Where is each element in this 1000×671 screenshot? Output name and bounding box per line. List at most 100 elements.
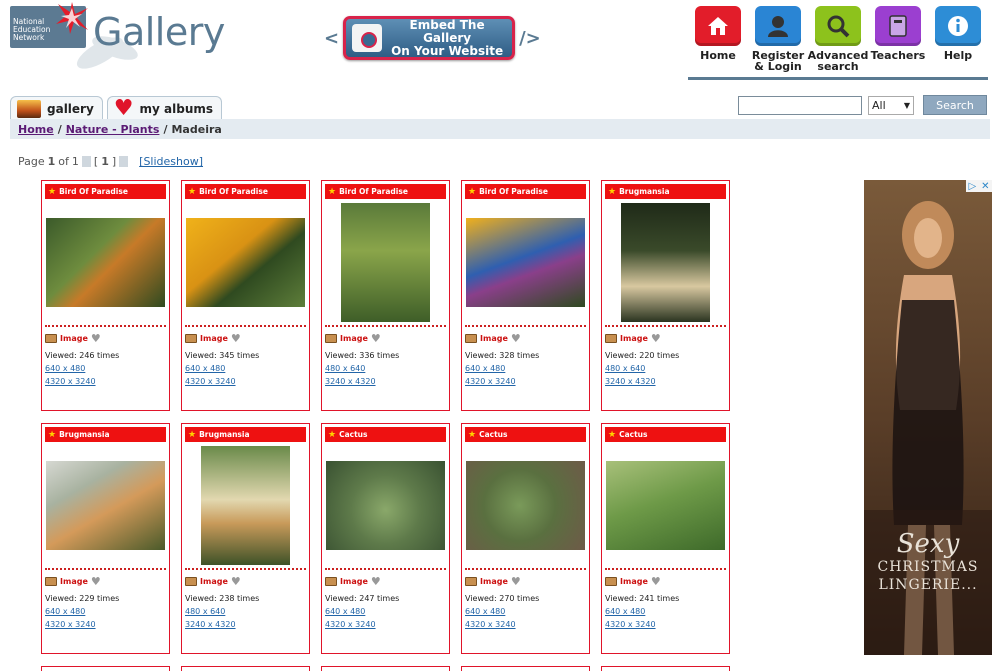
photo-thumbnail[interactable]: [606, 461, 725, 550]
nav-label: Register & Login: [751, 49, 805, 73]
sunset-photo-icon: [17, 99, 41, 118]
photo-thumbnail[interactable]: [326, 461, 445, 550]
gallery-card[interactable]: ★ Bird Of Paradise Image ♥ Viewed: 246 times…: [41, 180, 170, 411]
favorite-heart-icon[interactable]: ♥: [91, 576, 101, 587]
nav-teachers[interactable]: Teachers: [868, 6, 928, 80]
camera-icon: [45, 577, 57, 586]
house-icon: [695, 6, 741, 46]
embed-text: Embed The Gallery On Your Website: [388, 18, 506, 58]
pager-bracket-close: ]: [111, 155, 117, 168]
size-link-large[interactable]: 4320 x 3240: [325, 620, 376, 629]
size-link-large[interactable]: 4320 x 3240: [45, 620, 96, 629]
size-link-small[interactable]: 640 x 480: [325, 607, 365, 616]
user-icon: [755, 6, 801, 46]
nav-help[interactable]: Help: [928, 6, 988, 80]
breadcrumb-separator: /: [57, 122, 62, 136]
gallery-card[interactable]: ★ Brugmansia Image ♥ Viewed: 220 times 480 x …: [601, 180, 730, 411]
photo-thumbnail[interactable]: [466, 218, 585, 307]
logo[interactable]: National Education Network: [10, 2, 88, 48]
search-input[interactable]: [738, 95, 862, 115]
embed-banner: < Embed The Gallery On Your Website />: [320, 14, 545, 62]
size-link-small[interactable]: 640 x 480: [465, 364, 505, 373]
favorite-heart-icon[interactable]: ♥: [371, 333, 381, 344]
photo-thumbnail[interactable]: [46, 218, 165, 307]
size-link-large[interactable]: 3240 x 4320: [605, 377, 656, 386]
size-link-large[interactable]: 3240 x 4320: [325, 377, 376, 386]
card-type: Image ♥: [185, 333, 241, 344]
embed-gallery-button[interactable]: Embed The Gallery On Your Website: [343, 16, 516, 60]
card-title-bar: ★ Brugmansia: [185, 427, 306, 442]
heart-icon: ♥: [113, 95, 134, 121]
size-link-small[interactable]: 640 x 480: [45, 364, 85, 373]
size-link-small[interactable]: 480 x 640: [605, 364, 645, 373]
gallery-card[interactable]: ★ Bird Of Paradise Image ♥ Viewed: 345 times…: [181, 180, 310, 411]
nav-advanced-search[interactable]: Advanced search: [808, 6, 868, 80]
search-scope-select[interactable]: All ▼: [868, 95, 914, 115]
breadcrumb-section[interactable]: Nature - Plants: [66, 123, 160, 136]
slideshow-link[interactable]: [Slideshow]: [139, 155, 203, 168]
view-count: Viewed: 241 times: [605, 594, 680, 603]
nav-label: Advanced search: [807, 49, 869, 73]
tab-gallery[interactable]: gallery: [10, 96, 103, 120]
card-title: Brugmansia: [199, 430, 250, 439]
pager-total: 1: [71, 155, 79, 168]
size-link-large[interactable]: 4320 x 3240: [45, 377, 96, 386]
tab-strip: gallery ♥ my albums: [10, 95, 223, 121]
favorite-heart-icon[interactable]: ♥: [91, 333, 101, 344]
size-link-large[interactable]: 4320 x 3240: [465, 377, 516, 386]
favorite-heart-icon[interactable]: ♥: [231, 576, 241, 587]
tab-my-albums[interactable]: ♥ my albums: [106, 95, 223, 121]
photo-thumbnail[interactable]: [341, 203, 430, 322]
divider: [45, 325, 166, 327]
ad-info-icon[interactable]: ▷: [968, 181, 976, 192]
close-icon[interactable]: ✕: [981, 181, 989, 192]
size-link-large[interactable]: 3240 x 4320: [185, 620, 236, 629]
embed-line-2: On Your Website: [391, 43, 504, 58]
next-page-icon[interactable]: [119, 156, 129, 167]
card-title: Cactus: [339, 430, 368, 439]
prev-page-icon[interactable]: [81, 156, 91, 167]
card-type: Image ♥: [465, 576, 521, 587]
photo-thumbnail[interactable]: [186, 218, 305, 307]
divider: [45, 568, 166, 570]
photo-thumbnail[interactable]: [466, 461, 585, 550]
book-icon: [875, 6, 921, 46]
pager-page-label: Page: [18, 155, 45, 168]
gallery-card[interactable]: ★ Bird Of Paradise Image ♥ Viewed: 328 times…: [461, 180, 590, 411]
photo-thumbnail[interactable]: [201, 446, 290, 565]
star-icon: ★: [48, 186, 57, 197]
size-link-small[interactable]: 640 x 480: [45, 607, 85, 616]
size-link-large[interactable]: 4320 x 3240: [605, 620, 656, 629]
size-link-small[interactable]: 640 x 480: [185, 364, 225, 373]
view-count: Viewed: 328 times: [465, 351, 540, 360]
photo-thumbnail[interactable]: [46, 461, 165, 550]
gallery-card[interactable]: ★ Bird Of Paradise Image ♥ Viewed: 336 times…: [321, 180, 450, 411]
breadcrumb-home[interactable]: Home: [18, 123, 54, 136]
gallery-card[interactable]: ★ Cactus Image ♥ Viewed: 241 times 640 x 480 4…: [601, 423, 730, 654]
favorite-heart-icon[interactable]: ♥: [511, 333, 521, 344]
gallery-card[interactable]: ★ Brugmansia Image ♥ Viewed: 238 times 480 x …: [181, 423, 310, 654]
favorite-heart-icon[interactable]: ♥: [651, 576, 661, 587]
star-icon: ★: [328, 186, 337, 197]
favorite-heart-icon[interactable]: ♥: [651, 333, 661, 344]
size-link-small[interactable]: 640 x 480: [605, 607, 645, 616]
gallery-card[interactable]: ★ Cactus Image ♥ Viewed: 247 times 640 x 480 4…: [321, 423, 450, 654]
divider: [185, 568, 306, 570]
pager-current: 1: [47, 155, 56, 168]
favorite-heart-icon[interactable]: ♥: [511, 576, 521, 587]
size-link-small[interactable]: 480 x 640: [325, 364, 365, 373]
pager-page-number[interactable]: 1: [101, 155, 109, 168]
search-button[interactable]: Search: [923, 95, 987, 115]
favorite-heart-icon[interactable]: ♥: [371, 576, 381, 587]
size-link-large[interactable]: 4320 x 3240: [465, 620, 516, 629]
nav-home[interactable]: Home: [688, 6, 748, 80]
size-link-small[interactable]: 640 x 480: [465, 607, 505, 616]
nav-register-login[interactable]: Register & Login: [748, 6, 808, 80]
size-link-small[interactable]: 480 x 640: [185, 607, 225, 616]
gallery-card[interactable]: ★ Brugmansia Image ♥ Viewed: 229 times 640 x …: [41, 423, 170, 654]
favorite-heart-icon[interactable]: ♥: [231, 333, 241, 344]
size-link-large[interactable]: 4320 x 3240: [185, 377, 236, 386]
photo-thumbnail[interactable]: [621, 203, 710, 322]
gallery-card[interactable]: ★ Cactus Image ♥ Viewed: 270 times 640 x 480 4…: [461, 423, 590, 654]
pager: Page 1 of 1 [ 1 ] [Slideshow]: [18, 155, 203, 168]
